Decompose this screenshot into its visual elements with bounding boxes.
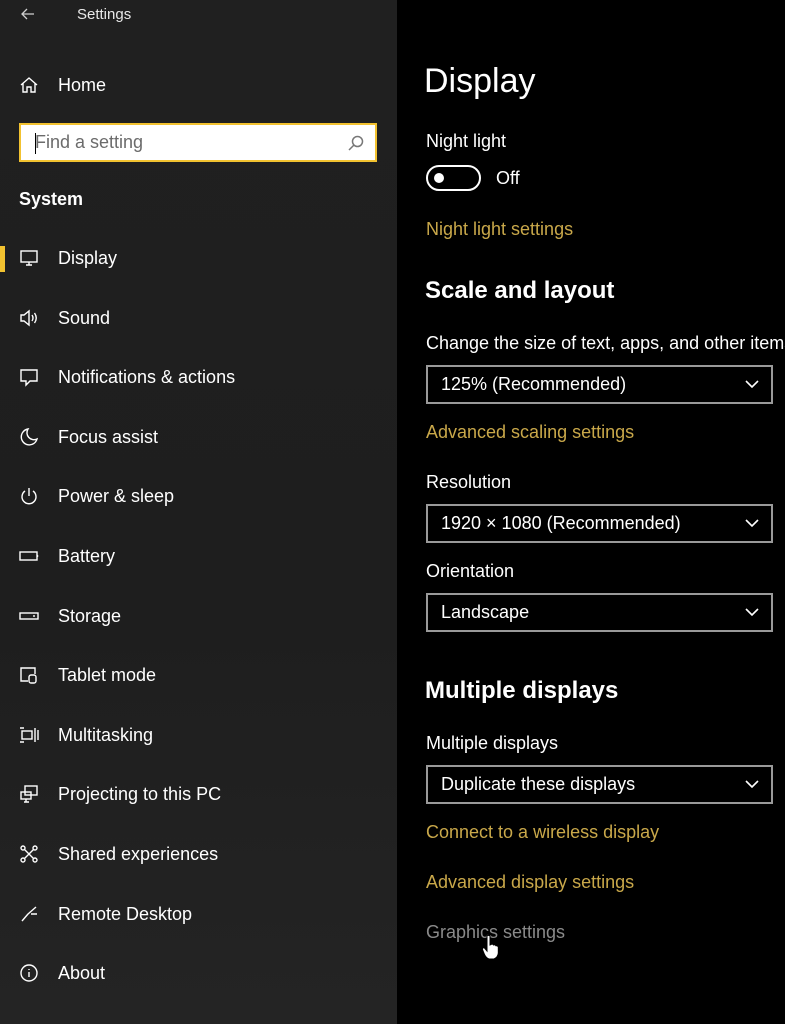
sidebar-item-label: About (58, 963, 106, 984)
moon-icon (18, 426, 40, 448)
sidebar-item-label: Battery (58, 545, 116, 566)
chevron-down-icon (743, 603, 761, 621)
sidebar-item-label: Projecting to this PC (58, 784, 222, 805)
resolution-dropdown[interactable]: 1920 × 1080 (Recommended) (426, 504, 773, 543)
night-light-state: Off (496, 168, 520, 188)
multiple-displays-heading: Multiple displays (425, 677, 619, 704)
sidebar-item-label: Display (58, 248, 118, 268)
storage-icon (18, 605, 40, 627)
sidebar-item-label: Sound (58, 307, 111, 328)
sidebar-item-label: Multitasking (58, 724, 154, 745)
toggle-knob (434, 173, 444, 183)
sidebar-item-multitasking[interactable]: Multitasking (0, 715, 397, 775)
notification-icon (18, 366, 40, 388)
remote-desktop-icon (18, 903, 40, 925)
sidebar-item-label: Home (58, 75, 107, 95)
multitasking-icon (18, 724, 40, 746)
orientation-label: Orientation (426, 561, 515, 581)
scale-dropdown[interactable]: 125% (Recommended) (426, 365, 773, 404)
chevron-down-icon (743, 775, 761, 793)
sidebar-item-label: Focus assist (58, 426, 159, 447)
projecting-icon (18, 783, 40, 805)
sidebar-item-power-sleep[interactable]: Power & sleep (0, 476, 397, 536)
sidebar-nav: Display Sound Notifications & actions Fo… (0, 238, 397, 1013)
night-light-label: Night light (426, 131, 507, 151)
sidebar-item-remote-desktop[interactable]: Remote Desktop (0, 894, 397, 954)
sidebar-item-label: Notifications & actions (58, 367, 236, 388)
page-title: Display (424, 62, 536, 100)
titlebar: Settings (0, 0, 397, 30)
advanced-display-link[interactable]: Advanced display settings (426, 872, 634, 893)
sidebar-item-label: Remote Desktop (58, 903, 193, 924)
settings-window: Settings Home System Display (0, 0, 785, 1024)
scale-layout-heading: Scale and layout (425, 277, 615, 304)
battery-icon (18, 545, 40, 567)
sidebar-item-label: Tablet mode (58, 665, 157, 686)
chevron-down-icon (743, 375, 761, 393)
resolution-value: 1920 × 1080 (Recommended) (441, 513, 681, 533)
multiple-displays-label: Multiple displays (426, 733, 559, 753)
hand-cursor-icon (481, 934, 501, 960)
section-heading-system: System (19, 189, 84, 209)
power-icon (18, 485, 40, 507)
sidebar-item-shared-experiences[interactable]: Shared experiences (0, 834, 397, 894)
sidebar-item-battery[interactable]: Battery (0, 536, 397, 596)
home-icon (18, 74, 40, 96)
sidebar: Settings Home System Display (0, 0, 397, 1024)
speaker-icon (18, 307, 40, 329)
chevron-down-icon (743, 514, 761, 532)
sidebar-item-tablet-mode[interactable]: Tablet mode (0, 655, 397, 715)
shared-experiences-icon (18, 843, 40, 865)
sidebar-item-notifications[interactable]: Notifications & actions (0, 357, 397, 417)
tablet-mode-icon (18, 664, 40, 686)
multiple-displays-value: Duplicate these displays (441, 774, 636, 794)
advanced-scaling-link[interactable]: Advanced scaling settings (426, 422, 634, 443)
sidebar-item-home[interactable]: Home (0, 66, 397, 104)
search-icon[interactable] (347, 134, 365, 152)
sidebar-item-sound[interactable]: Sound (0, 298, 397, 358)
selected-indicator (0, 246, 5, 272)
sidebar-item-display[interactable]: Display (0, 238, 397, 298)
monitor-icon (18, 247, 40, 269)
sidebar-item-label: Storage (58, 605, 122, 626)
night-light-toggle[interactable] (426, 165, 481, 191)
back-arrow-icon[interactable] (16, 2, 40, 26)
search-input[interactable] (35, 125, 335, 160)
scale-value: 125% (Recommended) (441, 374, 627, 394)
search-field[interactable] (19, 123, 377, 162)
resolution-label: Resolution (426, 472, 512, 492)
sidebar-item-about[interactable]: About (0, 953, 397, 1013)
orientation-dropdown[interactable]: Landscape (426, 593, 773, 632)
multiple-displays-dropdown[interactable]: Duplicate these displays (426, 765, 773, 804)
main-pane: Display Night light Off Night light sett… (397, 0, 785, 1024)
info-icon (18, 962, 40, 984)
sidebar-item-label: Shared experiences (58, 843, 219, 864)
sidebar-item-focus-assist[interactable]: Focus assist (0, 417, 397, 477)
sidebar-item-label: Power & sleep (58, 486, 175, 507)
window-title: Settings (77, 6, 132, 23)
sidebar-item-projecting[interactable]: Projecting to this PC (0, 774, 397, 834)
sidebar-item-storage[interactable]: Storage (0, 596, 397, 656)
orientation-value: Landscape (441, 602, 530, 622)
size-label: Change the size of text, apps, and other… (426, 333, 785, 353)
night-light-settings-link[interactable]: Night light settings (426, 219, 573, 240)
wireless-display-link[interactable]: Connect to a wireless display (426, 822, 659, 843)
